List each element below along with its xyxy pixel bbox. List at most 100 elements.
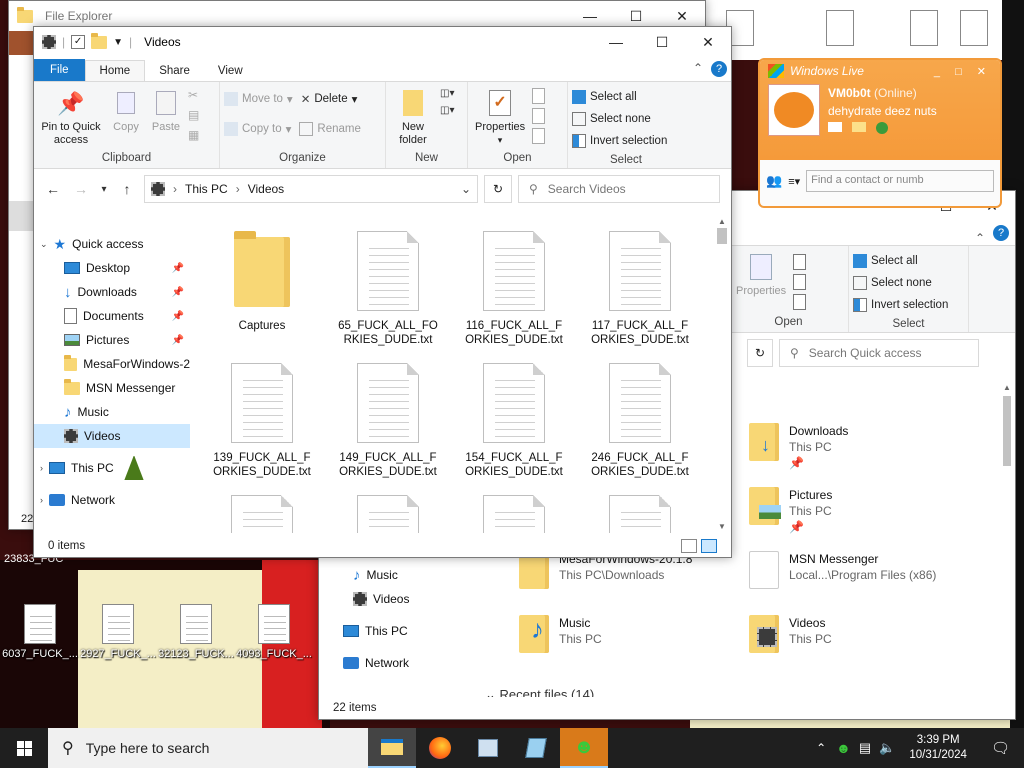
desktop-file-icon[interactable]: 4093_FUCK_...: [234, 604, 314, 660]
edit-icon[interactable]: [532, 108, 546, 124]
properties-button[interactable]: Properties: [733, 250, 789, 300]
nav-item-mesa[interactable]: MesaForWindows-2: [34, 352, 190, 376]
messenger-window-controls[interactable]: _ □ ✕: [934, 65, 992, 78]
taskbar-search-input[interactable]: ⚲ Type here to search: [48, 728, 368, 768]
file-item[interactable]: 246_FUCK_ALL_FORKIES_DUDE.txt: [590, 363, 690, 479]
desktop-file-icon[interactable]: [826, 10, 854, 46]
nav-item-documents[interactable]: Documents 📌: [34, 304, 190, 328]
paste-button[interactable]: Paste: [148, 86, 184, 136]
username[interactable]: VM0b0t: [828, 86, 871, 100]
recent-locations-button[interactable]: ▾: [98, 184, 110, 195]
add-contact-icon[interactable]: 👥: [766, 173, 782, 189]
desktop-file-icon[interactable]: 2927_FUCK_...: [78, 604, 158, 660]
folder-icon[interactable]: [852, 122, 866, 132]
quick-item-downloads[interactable]: ↓ Downloads This PC 📌: [749, 423, 848, 471]
messenger-tray-icon[interactable]: ☻: [832, 740, 855, 756]
file-item[interactable]: [212, 495, 312, 533]
file-item[interactable]: [590, 495, 690, 533]
taskbar-file-explorer[interactable]: [368, 728, 416, 768]
messenger-titlebar[interactable]: Windows Live _ □ ✕: [768, 64, 992, 78]
scroll-down-button[interactable]: ▼: [715, 522, 729, 531]
select-all-button[interactable]: Select all: [853, 250, 918, 272]
breadcrumb-videos[interactable]: Videos: [248, 182, 284, 196]
file-item[interactable]: [464, 495, 564, 533]
chevron-right-icon[interactable]: ›: [40, 495, 43, 505]
contact-search-input[interactable]: Find a contact or numb: [806, 170, 994, 192]
select-all-button[interactable]: Select all: [572, 86, 637, 108]
show-hidden-icons-button[interactable]: ⌃: [810, 741, 832, 755]
quick-item-msn[interactable]: MSN Messenger Local...\Program Files (x86…: [749, 551, 936, 589]
collapse-ribbon-icon[interactable]: ⌃: [975, 231, 985, 245]
file-item[interactable]: 139_FUCK_ALL_FORKIES_DUDE.txt: [212, 363, 312, 479]
file-item-captures[interactable]: Captures: [212, 231, 312, 333]
delete-button[interactable]: ✕ Delete ▾: [301, 88, 358, 110]
close-button[interactable]: ✕: [685, 27, 731, 57]
details-view-icon[interactable]: [681, 539, 697, 553]
new-item-icon[interactable]: ◫▾: [440, 88, 454, 99]
file-item[interactable]: 116_FUCK_ALL_FORKIES_DUDE.txt: [464, 231, 564, 347]
refresh-button[interactable]: ↻: [747, 339, 773, 367]
tab-view[interactable]: View: [204, 61, 257, 81]
desktop-file-icon[interactable]: [960, 10, 988, 46]
up-button[interactable]: ↑: [116, 181, 138, 197]
nav-item-videos[interactable]: Videos: [339, 587, 519, 611]
forward-button[interactable]: →: [70, 181, 92, 197]
network-tray-icon[interactable]: ▤: [855, 740, 875, 756]
taskbar-app-4[interactable]: [512, 728, 560, 768]
copy-path-icon[interactable]: ▤: [188, 108, 199, 122]
chevron-right-icon[interactable]: ›: [40, 463, 43, 473]
scroll-up-button[interactable]: ▲: [715, 217, 729, 226]
presence-status[interactable]: (Online): [874, 86, 917, 100]
help-icon[interactable]: ?: [711, 61, 727, 77]
search-input[interactable]: ⚲ Search Quick access: [779, 339, 979, 367]
file-item[interactable]: 65_FUCK_ALL_FORKIES_DUDE.txt: [338, 231, 438, 347]
desktop-file-icon[interactable]: 32123_FUCK...: [156, 604, 236, 660]
file-item[interactable]: 117_FUCK_ALL_FORKIES_DUDE.txt: [590, 231, 690, 347]
quick-access-toolbar-dropdown-icon[interactable]: ▼: [113, 37, 123, 48]
breadcrumb-this-pc[interactable]: This PC: [185, 182, 228, 196]
quick-item-pictures[interactable]: Pictures This PC 📌: [749, 487, 832, 535]
paste-shortcut-icon[interactable]: ▦: [188, 128, 199, 142]
maximize-button[interactable]: ☐: [639, 27, 685, 57]
videos-titlebar[interactable]: | ✓ ▼ | Videos — ☐ ✕: [34, 27, 731, 57]
select-none-button[interactable]: Select none: [853, 272, 932, 294]
nav-item-this-pc[interactable]: › This PC: [34, 456, 190, 480]
large-icons-view-icon[interactable]: [701, 539, 717, 553]
pin-to-quick-access-button[interactable]: 📌 Pin to Quick access: [38, 86, 104, 149]
nav-item-network[interactable]: › Network: [34, 488, 190, 512]
history-icon[interactable]: [532, 128, 546, 144]
back-button[interactable]: ←: [42, 181, 64, 197]
nav-item-pictures[interactable]: Pictures 📌: [34, 328, 190, 352]
tab-home[interactable]: Home: [84, 60, 146, 81]
easy-access-icon[interactable]: ◫▾: [440, 105, 454, 116]
nav-item-msn-messenger[interactable]: MSN Messenger: [34, 376, 190, 400]
nav-item-music[interactable]: ♪ Music: [339, 563, 519, 587]
rename-button[interactable]: Rename: [299, 118, 361, 140]
invert-selection-button[interactable]: Invert selection: [572, 130, 667, 152]
nav-item-downloads[interactable]: ↓ Downloads 📌: [34, 280, 190, 304]
mail-icon[interactable]: [828, 122, 842, 132]
messenger-window[interactable]: Windows Live _ □ ✕ VM0b0t (Online) dehyd…: [758, 58, 1002, 208]
personal-message[interactable]: dehydrate deez nuts: [828, 102, 937, 120]
menu-icon[interactable]: ≡▾: [788, 175, 800, 188]
tab-file[interactable]: File: [34, 59, 85, 81]
tab-share[interactable]: Share: [145, 61, 204, 81]
move-to-button[interactable]: Move to ▾: [224, 88, 293, 110]
nav-item-desktop[interactable]: Desktop 📌: [34, 256, 190, 280]
videos-explorer-window[interactable]: | ✓ ▼ | Videos — ☐ ✕ File Home Share Vie…: [33, 26, 732, 558]
start-button[interactable]: [0, 728, 48, 768]
collapse-ribbon-icon[interactable]: ⌃: [693, 61, 703, 75]
taskbar-app-3[interactable]: [464, 728, 512, 768]
new-folder-button[interactable]: New folder: [390, 86, 436, 149]
address-dropdown-icon[interactable]: ⌄: [461, 182, 471, 196]
desktop-file-icon[interactable]: [910, 10, 938, 46]
open-icon[interactable]: [532, 88, 546, 104]
open-icon[interactable]: [793, 254, 807, 270]
scrollbar-thumb[interactable]: [717, 228, 727, 244]
taskbar-firefox[interactable]: [416, 728, 464, 768]
edit-icon[interactable]: [793, 274, 807, 290]
cut-icon[interactable]: ✂: [188, 88, 199, 102]
scrollbar-thumb[interactable]: [1003, 396, 1011, 466]
quick-item-music[interactable]: ♪ Music This PC: [519, 615, 602, 653]
file-item[interactable]: 154_FUCK_ALL_FORKIES_DUDE.txt: [464, 363, 564, 479]
